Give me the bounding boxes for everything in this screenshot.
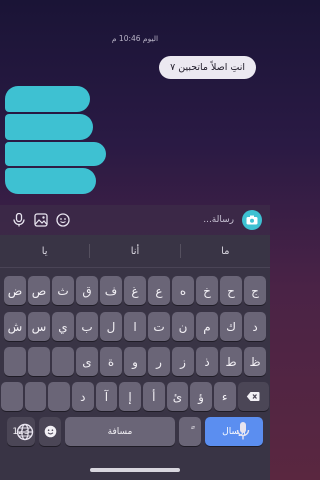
key[interactable]: ز (172, 347, 194, 376)
key[interactable]: ب (76, 312, 98, 341)
message-input[interactable]: رسالة... (74, 215, 234, 225)
incoming-message-bubble[interactable] (5, 168, 96, 194)
key[interactable]: ف (100, 276, 122, 305)
key[interactable] (28, 347, 50, 376)
key[interactable]: غ (124, 276, 146, 305)
key[interactable]: ج (244, 276, 266, 305)
backspace-icon (247, 392, 260, 401)
suggestion-bar: يا أنا ما (0, 235, 270, 268)
key[interactable]: س (28, 312, 50, 341)
key[interactable]: ه (172, 276, 194, 305)
suggestion-item[interactable]: ما (181, 246, 270, 257)
key[interactable]: خ (196, 276, 218, 305)
outgoing-message[interactable]: انتِ اصلاً ماتحبين ٧ (159, 56, 256, 79)
key-row-bottom: 123 مسافة ً إرسال (0, 417, 270, 446)
key[interactable]: أ (142, 382, 165, 411)
message-composer: رسالة... (0, 205, 270, 235)
space-key[interactable]: مسافة (65, 417, 175, 446)
key[interactable]: ذ (196, 347, 218, 376)
key[interactable]: د (71, 382, 94, 411)
image-icon[interactable] (30, 209, 52, 231)
key[interactable] (0, 382, 23, 411)
key[interactable]: ى (76, 347, 98, 376)
key[interactable]: ن (172, 312, 194, 341)
camera-icon[interactable] (242, 210, 262, 230)
key[interactable]: د (244, 312, 266, 341)
key[interactable] (52, 347, 74, 376)
key[interactable]: إ (119, 382, 141, 411)
key[interactable]: ط (220, 347, 242, 376)
key[interactable] (4, 347, 26, 376)
send-key[interactable]: إرسال (205, 417, 263, 446)
keyboard: يا أنا ما ج ح خ ه ع غ ف ق ث ص ض د ك م ن … (0, 235, 270, 480)
globe-icon[interactable] (16, 423, 34, 445)
key[interactable] (48, 382, 70, 411)
key[interactable]: ك (220, 312, 242, 341)
home-indicator[interactable] (90, 468, 180, 472)
sticker-icon[interactable] (52, 209, 74, 231)
microphone-icon[interactable] (236, 421, 250, 445)
incoming-message-bubble[interactable] (5, 114, 93, 140)
key[interactable]: ة (100, 347, 122, 376)
microphone-icon[interactable] (8, 209, 30, 231)
key[interactable]: ش (4, 312, 26, 341)
key[interactable]: ء (213, 382, 236, 411)
key[interactable]: ع (148, 276, 170, 305)
key[interactable]: ي (52, 312, 74, 341)
key[interactable]: م (196, 312, 218, 341)
key[interactable]: ض (4, 276, 26, 305)
key[interactable]: ث (52, 276, 74, 305)
key-row-4: ء ؤ ئ أ إ آ د (0, 382, 270, 411)
emoji-icon (44, 425, 56, 438)
key[interactable]: ؤ (190, 382, 212, 411)
key-row-1: ج ح خ ه ع غ ف ق ث ص ض (0, 276, 270, 305)
key[interactable]: ا (124, 312, 146, 341)
message-timestamp: اليوم 10:46 م (111, 34, 159, 43)
incoming-message-bubble[interactable] (5, 142, 106, 166)
key-row-2: د ك م ن ت ا ل ب ي س ش (0, 312, 270, 341)
key-row-3: ظ ط ذ ز ر و ة ى (0, 347, 270, 376)
key[interactable]: ل (100, 312, 122, 341)
key[interactable]: ت (148, 312, 170, 341)
key[interactable]: و (124, 347, 146, 376)
chat-area: اليوم 10:46 م انتِ اصلاً ماتحبين ٧ (0, 0, 270, 205)
incoming-message-bubble[interactable] (5, 86, 90, 112)
emoji-key[interactable] (39, 417, 61, 446)
diacritic-key[interactable]: ً (179, 417, 201, 446)
key[interactable]: ئ (166, 382, 189, 411)
backspace-key[interactable] (237, 382, 270, 411)
key[interactable] (24, 382, 47, 411)
suggestion-item[interactable]: يا (0, 246, 89, 257)
key[interactable]: ق (76, 276, 98, 305)
suggestion-item[interactable]: أنا (90, 246, 179, 257)
key[interactable]: ح (220, 276, 242, 305)
key[interactable]: آ (95, 382, 118, 411)
key[interactable]: ص (28, 276, 50, 305)
key[interactable]: ظ (244, 347, 266, 376)
key[interactable]: ر (148, 347, 170, 376)
